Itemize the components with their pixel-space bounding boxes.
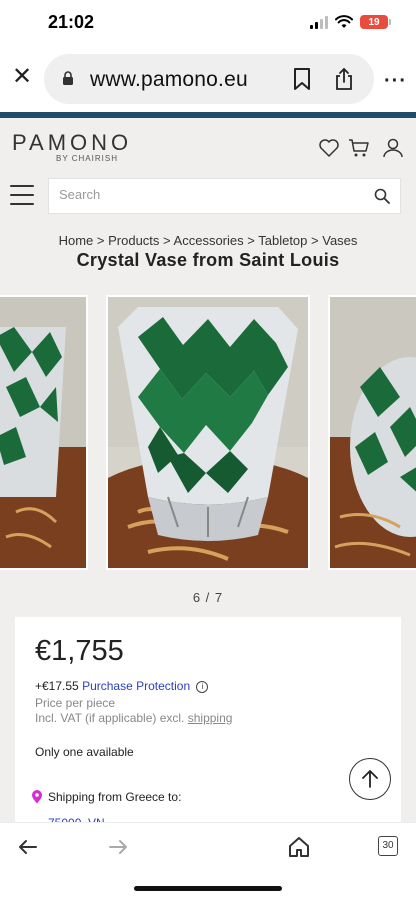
- browser-address-bar: ✕ www.pamono.eu ···: [0, 48, 416, 112]
- heart-icon[interactable]: [318, 138, 340, 158]
- breadcrumb-home[interactable]: Home: [59, 233, 94, 248]
- price-card: €1,755 +€17.55 Purchase Protection i Pri…: [15, 617, 401, 830]
- arrow-up-icon: [362, 770, 378, 788]
- breadcrumb-accessories[interactable]: Accessories: [174, 233, 244, 248]
- browser-toolbar: 30: [0, 822, 416, 900]
- breadcrumb-products[interactable]: Products: [108, 233, 159, 248]
- more-options-icon[interactable]: ···: [384, 70, 407, 93]
- vat-note-text: Incl. VAT (if applicable) excl.: [35, 711, 185, 725]
- menu-icon[interactable]: [10, 185, 34, 205]
- vat-note: Incl. VAT (if applicable) excl. shipping: [35, 711, 232, 725]
- bookmark-icon[interactable]: [292, 67, 312, 91]
- shipping-from: Shipping from Greece to:: [31, 790, 181, 804]
- info-icon[interactable]: i: [196, 680, 209, 693]
- forward-arrow-icon[interactable]: [106, 835, 130, 859]
- product-title: Crystal Vase from Saint Louis: [76, 250, 340, 270]
- breadcrumb-vases[interactable]: Vases: [322, 233, 357, 248]
- price-unit-note: Price per piece: [35, 696, 116, 710]
- signal-icon: [310, 15, 328, 29]
- url-field[interactable]: www.pamono.eu: [44, 54, 374, 104]
- location-pin-icon: [32, 790, 42, 804]
- shipping-from-text: Shipping from Greece to:: [48, 790, 182, 804]
- status-bar: 21:02 19: [0, 0, 416, 48]
- status-icons: 19: [310, 15, 391, 29]
- account-icon[interactable]: [382, 138, 404, 158]
- image-counter: 6 / 7: [192, 590, 224, 605]
- site-logo[interactable]: PAMONO: [12, 130, 132, 156]
- search-icon[interactable]: [374, 188, 390, 204]
- breadcrumb-separator: >: [247, 233, 255, 248]
- protection-amount: +€17.55: [35, 679, 79, 693]
- lock-icon: [63, 71, 73, 85]
- product-image-next[interactable]: [328, 295, 416, 570]
- image-gallery[interactable]: [0, 295, 416, 570]
- breadcrumb: Home > Products > Accessories > Tabletop…: [0, 233, 416, 248]
- back-arrow-icon[interactable]: [16, 835, 40, 859]
- logo-subtitle: BY CHAIRISH: [56, 154, 118, 163]
- cart-icon[interactable]: [348, 138, 370, 158]
- breadcrumb-tabletop[interactable]: Tabletop: [258, 233, 307, 248]
- shipping-link[interactable]: shipping: [188, 711, 233, 725]
- purchase-protection-line: +€17.55 Purchase Protection i: [35, 679, 209, 693]
- availability-text: Only one available: [35, 745, 134, 759]
- home-indicator: [134, 886, 282, 891]
- scroll-to-top-button[interactable]: [349, 758, 391, 800]
- share-icon[interactable]: [334, 67, 354, 91]
- breadcrumb-separator: >: [311, 233, 319, 248]
- breadcrumb-separator: >: [96, 233, 105, 248]
- search-box[interactable]: [48, 178, 401, 214]
- home-icon[interactable]: [287, 835, 311, 859]
- tabs-button[interactable]: 30: [378, 836, 398, 856]
- status-time: 21:02: [48, 12, 95, 32]
- search-row: [0, 174, 416, 224]
- close-icon[interactable]: ✕: [10, 65, 34, 89]
- product-price: €1,755: [35, 635, 124, 667]
- product-image-current[interactable]: [106, 295, 310, 570]
- url-text: www.pamono.eu: [90, 68, 248, 91]
- breadcrumb-separator: >: [163, 233, 171, 248]
- site-header: PAMONO BY CHAIRISH: [0, 118, 416, 174]
- wifi-icon: [335, 15, 353, 28]
- battery-icon: 19: [360, 15, 391, 29]
- purchase-protection-link[interactable]: Purchase Protection: [82, 679, 190, 693]
- product-image-previous[interactable]: [0, 295, 88, 570]
- search-input[interactable]: [59, 187, 359, 202]
